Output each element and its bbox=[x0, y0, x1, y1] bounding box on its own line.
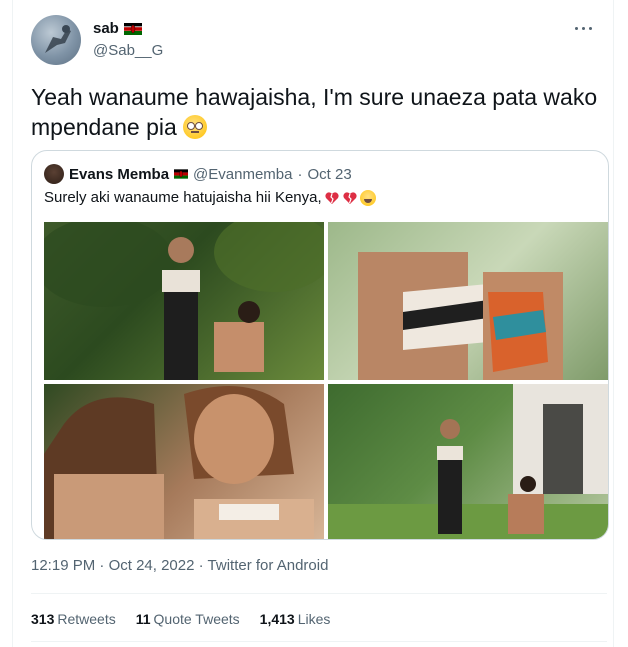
quoted-date[interactable]: Oct 23 bbox=[307, 166, 351, 183]
quoted-text: Surely aki wanaume hatujaisha hii Kenya, bbox=[44, 189, 376, 206]
engagement-stats: 313 Retweets 11 Quote Tweets 1,413 Likes bbox=[31, 611, 330, 627]
broken-heart-emoji-icon bbox=[325, 191, 339, 204]
divider-top bbox=[31, 593, 607, 594]
retweets-stat[interactable]: 313 Retweets bbox=[31, 611, 116, 627]
tweet-time[interactable]: 12:19 PM bbox=[31, 557, 95, 574]
quoted-author-name[interactable]: Evans Memba bbox=[69, 166, 169, 183]
photo-4-image bbox=[328, 384, 608, 539]
photo-3-image bbox=[44, 386, 314, 539]
media-photo-4[interactable] bbox=[328, 384, 608, 539]
author-handle[interactable]: @Sab__G bbox=[93, 42, 163, 59]
tears-of-joy-emoji-icon bbox=[359, 189, 376, 206]
quote-tweets-stat[interactable]: 11 Quote Tweets bbox=[136, 611, 240, 627]
more-options-icon[interactable] bbox=[573, 22, 595, 36]
quote-tweets-count: 11 bbox=[135, 611, 151, 627]
quoted-handle[interactable]: @Evanmemba bbox=[193, 166, 292, 183]
broken-heart-emoji-icon bbox=[343, 191, 357, 204]
tweet-meta: 12:19 PM · Oct 24, 2022 · Twitter for An… bbox=[31, 557, 328, 574]
quoted-header: Evans Memba @Evanmemba · Oct 23 bbox=[44, 164, 352, 184]
quoted-body: Surely aki wanaume hatujaisha hii Kenya, bbox=[44, 189, 322, 206]
quoted-separator: · bbox=[297, 165, 303, 183]
author-name-row[interactable]: sab bbox=[93, 20, 142, 37]
media-photo-3[interactable] bbox=[44, 384, 324, 539]
media-photo-2[interactable] bbox=[328, 222, 608, 380]
author-avatar[interactable] bbox=[31, 15, 81, 65]
tweet-card: sab @Sab__G Yeah wanaume hawajaisha, I'm… bbox=[12, 0, 614, 647]
avatar-image bbox=[45, 25, 71, 53]
media-photo-1[interactable] bbox=[44, 222, 324, 380]
media-grid bbox=[32, 222, 608, 539]
photo-1-image bbox=[44, 222, 324, 380]
quoted-tweet[interactable]: Evans Memba @Evanmemba · Oct 23 Surely a… bbox=[31, 150, 609, 540]
quoted-avatar[interactable] bbox=[44, 164, 64, 184]
retweets-label: Retweets bbox=[57, 611, 116, 627]
quote-tweets-label: Quote Tweets bbox=[153, 611, 240, 627]
rolling-eyes-emoji-icon bbox=[183, 115, 208, 139]
meta-separator-2: · bbox=[198, 557, 204, 574]
likes-stat[interactable]: 1,413 Likes bbox=[260, 611, 331, 627]
tweet-source[interactable]: Twitter for Android bbox=[208, 557, 329, 574]
kenya-flag-icon bbox=[123, 22, 142, 35]
meta-separator-1: · bbox=[99, 557, 105, 574]
tweet-text: Yeah wanaume hawajaisha, I'm sure unaeza… bbox=[31, 82, 601, 142]
kenya-flag-icon bbox=[174, 169, 189, 179]
retweets-count: 313 bbox=[31, 611, 55, 627]
likes-label: Likes bbox=[297, 611, 331, 627]
photo-2-image bbox=[358, 252, 563, 380]
likes-count: 1,413 bbox=[259, 611, 295, 627]
tweet-body: Yeah wanaume hawajaisha, I'm sure unaeza… bbox=[31, 84, 598, 140]
tweet-date[interactable]: Oct 24, 2022 bbox=[109, 557, 195, 574]
divider-bottom bbox=[31, 641, 607, 642]
author-name[interactable]: sab bbox=[93, 20, 119, 37]
